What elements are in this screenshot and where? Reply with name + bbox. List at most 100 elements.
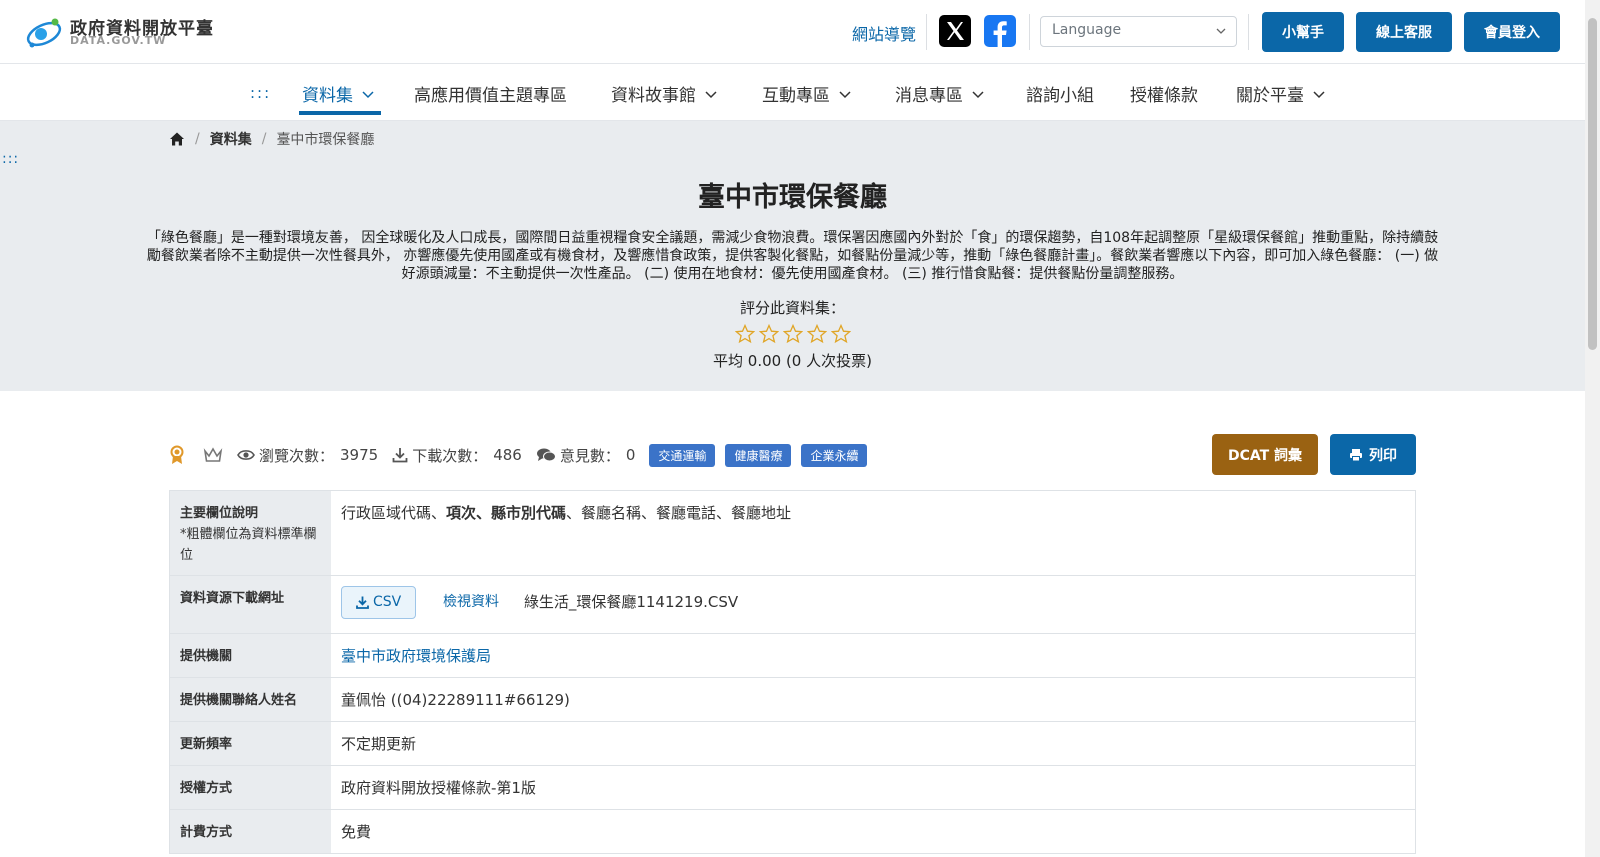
dataset-description: 「綠色餐廳」是一種對環境友善， 因全球暖化及人口成長，國際間日益重視糧食安全議題… [146, 230, 1439, 282]
helper-button[interactable]: 小幫手 [1262, 12, 1344, 52]
row-header: 授權方式 [170, 766, 331, 809]
nav-item-high-value[interactable]: 高應用價值主題專區 [414, 81, 567, 106]
row-header: 計費方式 [170, 810, 331, 853]
row-header: 提供機關聯絡人姓名 [170, 678, 331, 721]
fields-text: 行政區域代碼、 [341, 504, 447, 522]
downloads-stat: 下載次數： 486 [392, 445, 522, 466]
page-scrollbar[interactable] [1585, 0, 1600, 857]
main-nav: ::: 資料集 高應用價值主題專區 資料故事館 互動專區 消息專區 諮詢小組 授… [0, 64, 1585, 121]
fields-value: 行政區域代碼、項次、縣市別代碼、餐廳名稱、餐廳電話、餐廳地址 [331, 491, 1415, 575]
content-accesskey[interactable]: ::: [2, 151, 19, 167]
view-data-link[interactable]: 檢視資料 [443, 594, 499, 610]
print-button[interactable]: 列印 [1330, 434, 1416, 475]
scrollbar-thumb[interactable] [1588, 18, 1597, 350]
printer-icon [1350, 448, 1362, 461]
views-count: 3975 [340, 446, 379, 464]
language-select[interactable]: Language [1040, 16, 1237, 47]
tag-health[interactable]: 健康醫療 [725, 443, 792, 467]
comments-count: 0 [625, 446, 636, 464]
row-header: 資料資源下載網址 [170, 576, 331, 633]
chevron-down-icon [972, 90, 984, 98]
frequency-value: 不定期更新 [341, 735, 417, 753]
chevron-down-icon [1313, 90, 1325, 98]
row-header: 主要欄位說明 *粗體欄位為資料標準欄位 [170, 491, 331, 575]
nav-item-datasets[interactable]: 資料集 [302, 81, 375, 106]
nav-item-news[interactable]: 消息專區 [895, 81, 985, 106]
table-row: 提供機關 臺中市政府環境保護局 [170, 634, 1415, 678]
nav-item-advisory[interactable]: 諮詢小組 [1026, 81, 1094, 106]
comments-label: 意見數： [559, 446, 620, 465]
dcat-button[interactable]: DCAT 詞彙 [1212, 434, 1318, 475]
rating-average: 平均 0.00 (0 人次投票) [713, 352, 872, 370]
breadcrumb-separator: / [261, 131, 267, 147]
comments-stat: 意見數： 0 [536, 445, 636, 466]
nav-item-label: 消息專區 [895, 86, 963, 106]
star-icon[interactable] [830, 324, 851, 344]
provider-link[interactable]: 臺中市政府環境保護局 [341, 647, 491, 665]
top-header: 政府資料開放平臺 DATA.GOV.TW 網站導覽 Language 小幫手 線… [0, 0, 1585, 64]
row-header: 更新頻率 [170, 722, 331, 765]
fields-label: 主要欄位說明 [180, 506, 259, 521]
breadcrumb-current: 臺中市環保餐廳 [276, 132, 375, 148]
table-row: 更新頻率 不定期更新 [170, 722, 1415, 766]
csv-download-button[interactable]: CSV [341, 586, 417, 619]
table-row: 提供機關聯絡人姓名 童佩怡 ((04)22289111#66129) [170, 678, 1415, 722]
nav-item-label: 互動專區 [762, 86, 830, 106]
member-login-button[interactable]: 會員登入 [1464, 12, 1560, 52]
dataset-info-table: 主要欄位說明 *粗體欄位為資料標準欄位 行政區域代碼、項次、縣市別代碼、餐廳名稱… [169, 490, 1416, 854]
provider-value: 臺中市政府環境保護局 [331, 634, 1415, 677]
csv-label: CSV [373, 594, 402, 610]
fields-standard-text: 項次、縣市別代碼 [446, 504, 567, 522]
breadcrumb-separator: / [195, 131, 200, 147]
language-select-value: Language [1052, 22, 1122, 38]
nav-item-label: 諮詢小組 [1026, 86, 1094, 106]
download-value: CSV 檢視資料 綠生活_環保餐廳1141219.CSV [331, 576, 1415, 633]
chevron-down-icon [705, 90, 717, 98]
sitemap-link[interactable]: 網站導覽 [852, 21, 916, 45]
logo-subtitle: DATA.GOV.TW [70, 34, 167, 47]
star-icon[interactable] [734, 324, 755, 344]
dataset-hero: / 資料集 / 臺中市環保餐廳 ::: 臺中市環保餐廳 「綠色餐廳」是一種對環境… [0, 121, 1585, 391]
award-icon [169, 445, 185, 465]
crown-icon [203, 447, 223, 463]
nav-item-label: 資料故事館 [611, 86, 696, 106]
downloads-count: 486 [493, 446, 522, 464]
downloads-label: 下載次數： [412, 446, 488, 465]
tag-sustainability[interactable]: 企業永續 [801, 443, 868, 467]
nav-item-label: 高應用價值主題專區 [414, 86, 567, 106]
online-service-button[interactable]: 線上客服 [1356, 12, 1452, 52]
table-row: 計費方式 免費 [170, 810, 1415, 854]
nav-item-label: 關於平臺 [1236, 86, 1304, 106]
table-row: 授權方式 政府資料開放授權條款-第1版 [170, 766, 1415, 810]
dataset-stats: 瀏覽次數： 3975 下載次數： 486 意見數： 0 交通運輸 健康醫療 企業… [169, 443, 877, 467]
divider [926, 14, 927, 50]
nav-item-license[interactable]: 授權條款 [1130, 81, 1198, 106]
views-label: 瀏覽次數： [259, 446, 335, 465]
tag-transport[interactable]: 交通運輸 [649, 443, 716, 467]
star-icon[interactable] [758, 324, 779, 344]
fields-note: *粗體欄位為資料標準欄位 [180, 527, 317, 563]
download-icon [356, 596, 369, 609]
rating-label: 評分此資料集： [739, 299, 845, 317]
nav-item-interactive[interactable]: 互動專區 [762, 81, 852, 106]
breadcrumb: / 資料集 / 臺中市環保餐廳 [169, 129, 374, 149]
star-icon[interactable] [782, 324, 803, 344]
nav-accesskey[interactable]: ::: [250, 84, 271, 102]
breadcrumb-datasets[interactable]: 資料集 [210, 129, 252, 149]
page-title: 臺中市環保餐廳 [698, 182, 887, 213]
fee-value: 免費 [341, 823, 372, 841]
site-logo[interactable]: 政府資料開放平臺 DATA.GOV.TW [24, 12, 214, 52]
eye-icon [237, 448, 255, 462]
chevron-down-icon [1216, 28, 1226, 34]
star-icon[interactable] [806, 324, 827, 344]
contact-value: 童佩怡 ((04)22289111#66129) [341, 691, 570, 709]
nav-item-about[interactable]: 關於平臺 [1236, 81, 1326, 106]
x-share-icon[interactable] [939, 15, 971, 47]
home-icon[interactable] [169, 131, 185, 147]
divider [1029, 14, 1030, 50]
active-nav-indicator [299, 111, 381, 115]
fields-text: 、餐廳名稱、餐廳電話、餐廳地址 [566, 504, 792, 522]
table-row: 主要欄位說明 *粗體欄位為資料標準欄位 行政區域代碼、項次、縣市別代碼、餐廳名稱… [170, 491, 1415, 576]
facebook-share-icon[interactable] [984, 15, 1016, 47]
nav-item-stories[interactable]: 資料故事館 [611, 81, 718, 106]
